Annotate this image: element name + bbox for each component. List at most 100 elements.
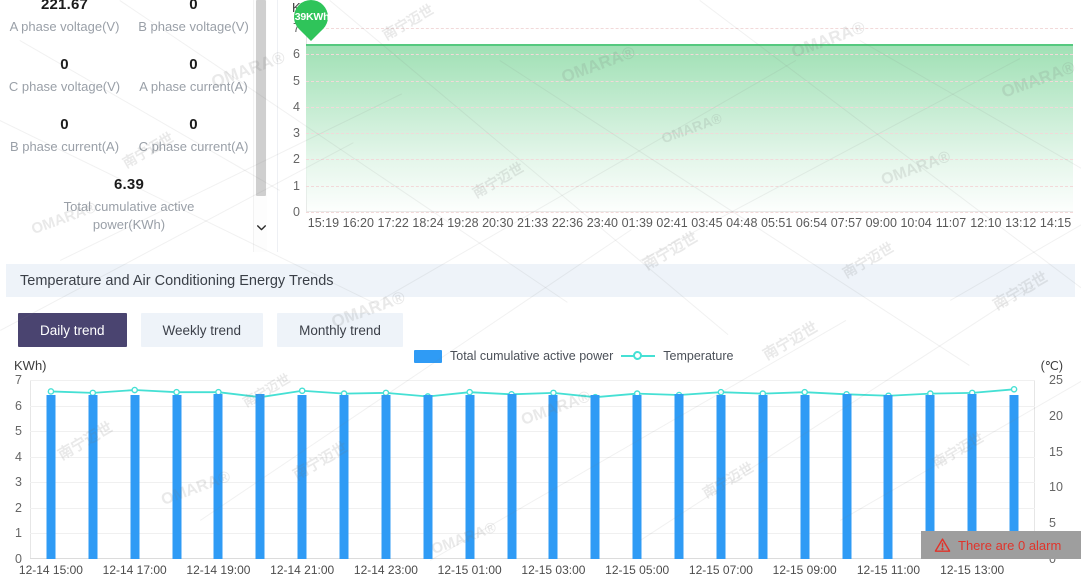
temperature-energy-combo-chart: KWh) (℃) 01234567 0510152025 12-14 15:00… xyxy=(0,358,1081,586)
metric-value: 0 xyxy=(133,0,254,18)
bar[interactable] xyxy=(381,395,390,559)
chevron-down-icon[interactable] xyxy=(254,218,268,236)
bar[interactable] xyxy=(256,394,265,559)
x-tick: 06:54 xyxy=(796,216,827,230)
bar[interactable] xyxy=(507,394,516,559)
x-tick: 14:15 xyxy=(1040,216,1071,230)
y-tick-left: 1 xyxy=(15,526,22,540)
bar[interactable] xyxy=(549,395,558,559)
bar[interactable] xyxy=(716,395,725,559)
x-tick: 05:51 xyxy=(761,216,792,230)
y-tick-left: 5 xyxy=(15,424,22,438)
metric-b-phase-voltage: 0 B phase voltage(V) xyxy=(129,0,258,46)
x-tick: 12-15 01:00 xyxy=(438,563,502,577)
bar[interactable] xyxy=(633,395,642,559)
meter-metrics-panel: 221.67 A phase voltage(V) 0 B phase volt… xyxy=(0,0,278,252)
area-fill xyxy=(306,44,1073,212)
chart-legend: Total cumulative active power Temperatur… xyxy=(414,349,733,363)
bar[interactable] xyxy=(758,395,767,559)
bar[interactable] xyxy=(842,394,851,559)
alarm-banner[interactable]: There are 0 alarm xyxy=(921,531,1081,559)
legend-line-swatch[interactable] xyxy=(621,350,655,362)
x-tick: 12-15 11:00 xyxy=(857,563,920,577)
area-top-line xyxy=(306,44,1073,46)
bar[interactable] xyxy=(340,395,349,559)
x-tick: 20:30 xyxy=(482,216,513,230)
bar[interactable] xyxy=(214,394,223,559)
y-tick: 4 xyxy=(293,100,300,114)
x-tick: 12-14 17:00 xyxy=(103,563,167,577)
tab-weekly-trend[interactable]: Weekly trend xyxy=(141,313,264,347)
legend-bar-label[interactable]: Total cumulative active power xyxy=(450,349,613,363)
metric-label: Total cumulative active power(KWh) xyxy=(42,198,217,234)
temperature-point[interactable] xyxy=(300,388,305,393)
combo-left-y-ticks: 01234567 xyxy=(0,380,26,559)
bar[interactable] xyxy=(423,395,432,559)
y-tick-right: 20 xyxy=(1049,409,1063,423)
tab-daily-trend[interactable]: Daily trend xyxy=(18,313,127,347)
y-tick-right: 15 xyxy=(1049,445,1063,459)
metric-value: 221.67 xyxy=(4,0,125,18)
bar[interactable] xyxy=(465,395,474,559)
x-tick: 16:20 xyxy=(343,216,374,230)
metric-value: 6.39 xyxy=(4,172,254,198)
bar[interactable] xyxy=(298,395,307,559)
y-tick: 2 xyxy=(293,152,300,166)
x-tick: 04:48 xyxy=(726,216,757,230)
temperature-point[interactable] xyxy=(132,387,137,392)
x-tick: 22:36 xyxy=(552,216,583,230)
combo-right-unit-label: (℃) xyxy=(1041,358,1063,373)
top-row: 221.67 A phase voltage(V) 0 B phase volt… xyxy=(0,0,1081,252)
y-tick-right: 25 xyxy=(1049,373,1063,387)
bar[interactable] xyxy=(46,395,55,559)
gridline xyxy=(30,380,1035,381)
bar[interactable] xyxy=(591,395,600,559)
legend-bar-swatch[interactable] xyxy=(414,350,442,363)
tab-label: Weekly trend xyxy=(163,323,242,338)
metric-value: 0 xyxy=(133,112,254,138)
x-tick: 07:57 xyxy=(831,216,862,230)
pin-label: 39KWh xyxy=(292,11,332,23)
combo-x-ticks: 12-14 15:0012-14 17:0012-14 19:0012-14 2… xyxy=(30,563,1035,581)
gridline xyxy=(306,212,1073,213)
x-tick: 12-14 19:00 xyxy=(186,563,250,577)
cumulative-energy-area-chart: KWh 01234567 15:1916:2017:2218:2419:2820… xyxy=(278,0,1081,252)
metric-value: 0 xyxy=(4,52,125,78)
bar[interactable] xyxy=(884,395,893,559)
x-tick: 13:12 xyxy=(1005,216,1036,230)
gridline xyxy=(306,54,1073,55)
x-tick: 15:19 xyxy=(308,216,339,230)
x-tick: 12-15 03:00 xyxy=(521,563,585,577)
bar[interactable] xyxy=(88,395,97,559)
combo-left-unit-label: KWh) xyxy=(14,358,47,373)
y-tick: 5 xyxy=(293,74,300,88)
area-chart-value-pin: 39KWh xyxy=(294,0,328,42)
temperature-point[interactable] xyxy=(1011,387,1016,392)
metric-label: B phase current(A) xyxy=(4,138,125,156)
bar[interactable] xyxy=(172,395,181,559)
tab-monthly-trend[interactable]: Monthly trend xyxy=(277,313,403,347)
x-tick: 02:41 xyxy=(656,216,687,230)
warning-triangle-icon xyxy=(934,537,951,554)
metric-b-phase-current: 0 B phase current(A) xyxy=(0,106,129,166)
legend-line-label[interactable]: Temperature xyxy=(663,349,733,363)
y-tick-right: 10 xyxy=(1049,480,1063,494)
metric-c-phase-current: 0 C phase current(A) xyxy=(129,106,258,166)
gridline xyxy=(306,28,1073,29)
trend-tabs: Daily trend Weekly trend Monthly trend xyxy=(18,313,403,347)
x-tick: 12-15 07:00 xyxy=(689,563,753,577)
metric-a-phase-voltage: 221.67 A phase voltage(V) xyxy=(0,0,129,46)
scrollbar-thumb[interactable] xyxy=(256,0,266,196)
bar[interactable] xyxy=(130,395,139,559)
x-tick: 12-14 23:00 xyxy=(354,563,418,577)
metric-label: C phase voltage(V) xyxy=(4,78,125,96)
bar[interactable] xyxy=(800,395,809,559)
x-tick: 17:22 xyxy=(378,216,409,230)
y-tick-left: 6 xyxy=(15,399,22,413)
bar[interactable] xyxy=(675,394,684,559)
y-tick: 1 xyxy=(293,179,300,193)
y-tick: 0 xyxy=(293,205,300,219)
metrics-scrollbar[interactable] xyxy=(253,0,267,252)
area-chart-series-fill xyxy=(306,44,1073,212)
temperature-point[interactable] xyxy=(48,389,53,394)
